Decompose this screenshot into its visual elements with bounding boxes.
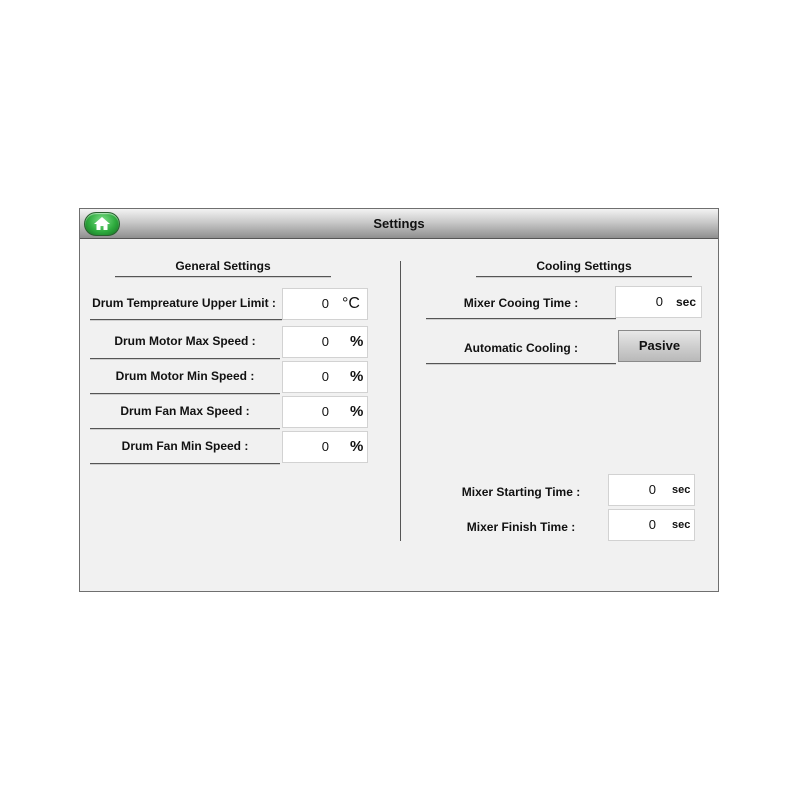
mixer-cooling-time-field[interactable]: 0 sec (615, 286, 702, 318)
automatic-cooling-label: Automatic Cooling : (464, 341, 578, 355)
cooling-settings-underline (476, 276, 692, 277)
mixer-cooling-time-label: Mixer Cooing Time : (463, 296, 579, 310)
mixer-starting-time-unit: sec (672, 484, 691, 496)
drum-fan-max-speed-unit: % (350, 403, 364, 420)
mixer-cooling-time-value: 0 (655, 294, 663, 309)
drum-motor-max-speed-label: Drum Motor Max Speed : (114, 334, 256, 348)
automatic-cooling-toggle-button[interactable]: Pasive (618, 330, 701, 362)
section-divider (400, 261, 401, 541)
settings-panel: Settings General Settings Drum Tempreatu… (79, 208, 719, 592)
window-title: Settings (373, 216, 425, 231)
drum-motor-min-speed-label: Drum Motor Min Speed : (115, 369, 255, 383)
mixer-finish-time-label: Mixer Finish Time : (466, 520, 576, 534)
drum-fan-max-speed-value: 0 (321, 404, 329, 419)
drum-temp-upper-limit-field[interactable]: 0 °C (282, 288, 368, 320)
general-settings-underline (115, 276, 331, 277)
drum-temp-upper-limit-value: 0 (321, 296, 329, 311)
mixer-finish-time-value: 0 (648, 517, 656, 532)
mixer-cooling-time-unit: sec (676, 295, 697, 309)
drum-fan-min-speed-field[interactable]: 0 % (282, 431, 368, 463)
drum-motor-min-speed-field[interactable]: 0 % (282, 361, 368, 393)
home-icon (94, 217, 110, 230)
cooling-settings-title: Cooling Settings (536, 259, 632, 273)
drum-motor-max-speed-underline (90, 358, 280, 359)
drum-temp-upper-limit-unit: °C (342, 295, 360, 312)
drum-fan-max-speed-label: Drum Fan Max Speed : (120, 404, 250, 418)
drum-fan-min-speed-underline (90, 463, 280, 464)
drum-motor-max-speed-unit: % (350, 333, 364, 350)
drum-fan-min-speed-value: 0 (321, 439, 329, 454)
general-settings-title: General Settings (175, 259, 271, 273)
home-button[interactable] (84, 212, 120, 236)
mixer-starting-time-value: 0 (648, 482, 656, 497)
drum-fan-min-speed-label: Drum Fan Min Speed : (121, 439, 249, 453)
drum-temp-upper-limit-underline (90, 319, 282, 320)
mixer-finish-time-field[interactable]: 0 sec (608, 509, 695, 541)
title-bar: Settings (80, 209, 718, 239)
automatic-cooling-underline (426, 363, 616, 364)
drum-temp-upper-limit-label: Drum Tempreature Upper Limit : (92, 296, 276, 310)
drum-motor-min-speed-unit: % (350, 368, 364, 385)
mixer-starting-time-label: Mixer Starting Time : (461, 485, 581, 499)
mixer-finish-time-unit: sec (672, 519, 691, 531)
drum-motor-max-speed-field[interactable]: 0 % (282, 326, 368, 358)
drum-motor-min-speed-value: 0 (321, 369, 329, 384)
drum-motor-max-speed-value: 0 (321, 334, 329, 349)
drum-fan-max-speed-field[interactable]: 0 % (282, 396, 368, 428)
drum-motor-min-speed-underline (90, 393, 280, 394)
drum-fan-min-speed-unit: % (350, 438, 364, 455)
mixer-cooling-time-underline (426, 318, 616, 319)
drum-fan-max-speed-underline (90, 428, 280, 429)
mixer-starting-time-field[interactable]: 0 sec (608, 474, 695, 506)
